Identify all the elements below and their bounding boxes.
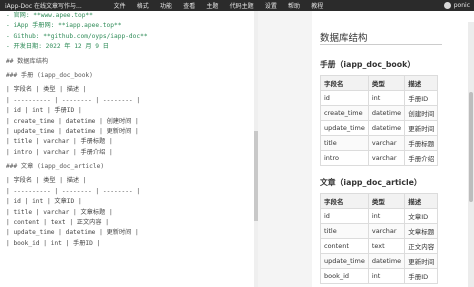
table-cell: title [320,223,369,239]
table-cell: varchar [367,150,406,166]
editor-line: | 字段名 | 类型 | 描述 | [6,86,87,94]
table-cell: update_time [320,120,369,136]
preview-heading-article: 文章（iapp_doc_article） [320,178,422,187]
table-row: title varchar 文章标题 [320,223,439,239]
markdown-editor[interactable]: - 官网: **www.apee.top** - iApp 手册网: **iap… [0,11,254,287]
heading-divider [320,44,442,45]
editor-line: | update_time | datetime | 更新时间 | [6,229,139,237]
menu-bar: iApp-Doc 在线文章写作与... 文件 格式 功能 查看 主题 代码主题 … [0,0,474,11]
article-table: 字段名 类型 描述 id int 文章ID title varchar 文章标题… [320,193,439,284]
editor-line: | title | varchar | 手册标题 | [6,138,113,146]
table-header: 类型 [367,193,406,209]
menu-function[interactable]: 功能 [154,1,177,10]
table-cell: book_id [320,268,369,284]
table-cell: 创建时间 [404,105,439,121]
table-row: create_time datetime 创建时间 [320,105,439,121]
preview-scrollbar[interactable] [468,22,474,287]
table-cell: int [367,268,406,284]
menu-format[interactable]: 格式 [131,1,154,10]
editor-line: - Github: **github.com/oyps/iapp-doc** [6,32,148,40]
editor-line: - 开发日期: 2022 年 12 月 9 日 [6,43,109,51]
editor-line: - iApp 手册网: **iapp.apee.top** [6,22,122,30]
table-cell: 手册标题 [404,135,439,151]
table-header: 字段名 [320,75,369,91]
preview-scroll-thumb[interactable] [469,92,473,202]
table-cell: datetime [367,105,406,121]
table-header: 类型 [367,75,406,91]
table-row: update_time datetime 更新时间 [320,120,439,136]
editor-line: | update_time | datetime | 更新时间 | [6,127,139,135]
table-row: intro varchar 手册介绍 [320,150,439,166]
table-cell: int [367,90,406,106]
user-name[interactable]: ponic [454,2,470,9]
table-cell: content [320,238,369,254]
table-cell: 文章ID [404,208,439,224]
table-cell: 更新时间 [404,253,439,269]
editor-line: | create_time | datetime | 创建时间 | [6,117,139,125]
table-header: 描述 [404,75,439,91]
table-cell: 文章标题 [404,223,439,239]
table-cell: title [320,135,369,151]
menu-theme[interactable]: 主题 [201,1,224,10]
table-cell: datetime [367,253,406,269]
editor-line: ### 手册 (iapp_doc_book) [6,71,93,79]
menu-code-theme[interactable]: 代码主题 [224,1,259,10]
editor-line: | title | varchar | 文章标题 | [6,208,113,216]
table-cell: create_time [320,105,369,121]
table-cell: int [367,208,406,224]
menu-tutorial[interactable]: 教程 [306,1,329,10]
editor-line: | ---------- | -------- | -------- | [6,187,141,195]
table-cell: 手册介绍 [404,150,439,166]
table-cell: 更新时间 [404,120,439,136]
menu-help[interactable]: 帮助 [282,1,305,10]
editor-line: | content | text | 正文内容 | [6,219,109,227]
table-cell: id [320,90,369,106]
editor-line: | id | int | 文章ID | [6,198,82,206]
table-cell: 手册ID [404,90,439,106]
editor-line: | ---------- | -------- | -------- | [6,96,141,104]
table-row: book_id int 手册ID [320,268,439,284]
preview-heading-book: 手册（iapp_doc_book） [320,60,416,69]
preview-pane: 数据库结构 手册（iapp_doc_book） 字段名 类型 描述 id int… [258,11,474,287]
table-cell: update_time [320,253,369,269]
table-cell: datetime [367,120,406,136]
table-row: update_time datetime 更新时间 [320,253,439,269]
app-title: iApp-Doc 在线文章写作与... [5,3,82,10]
editor-line: | id | int | 手册ID | [6,107,82,115]
user-avatar[interactable] [443,2,451,9]
table-cell: id [320,208,369,224]
table-header: 字段名 [320,193,369,209]
editor-line: | book_id | int | 手册ID | [6,239,101,247]
preview-heading-database: 数据库结构 [320,33,368,44]
table-cell: varchar [367,223,406,239]
table-row: id int 文章ID [320,208,439,224]
table-cell: intro [320,150,369,166]
editor-line: ### 文章 (iapp_doc_article) [6,163,105,171]
menu-view[interactable]: 查看 [178,1,201,10]
book-table: 字段名 类型 描述 id int 手册ID create_time dateti… [320,75,439,166]
table-cell: 手册ID [404,268,439,284]
editor-line: - 官网: **www.apee.top** [6,12,93,19]
menu-file[interactable]: 文件 [108,1,131,10]
menu-settings[interactable]: 设置 [259,1,282,10]
table-row: title varchar 手册标题 [320,135,439,151]
table-cell: 正文内容 [404,238,439,254]
editor-line: | intro | varchar | 手册介绍 | [6,148,113,156]
editor-line: ## 数据库结构 [6,57,49,65]
table-row: id int 手册ID [320,90,439,106]
table-header: 描述 [404,193,439,209]
table-cell: text [367,238,406,254]
table-cell: varchar [367,135,406,151]
preview-document: 数据库结构 手册（iapp_doc_book） 字段名 类型 描述 id int… [312,11,474,287]
table-row: content text 正文内容 [320,238,439,254]
editor-line: | 字段名 | 类型 | 描述 | [6,177,87,185]
